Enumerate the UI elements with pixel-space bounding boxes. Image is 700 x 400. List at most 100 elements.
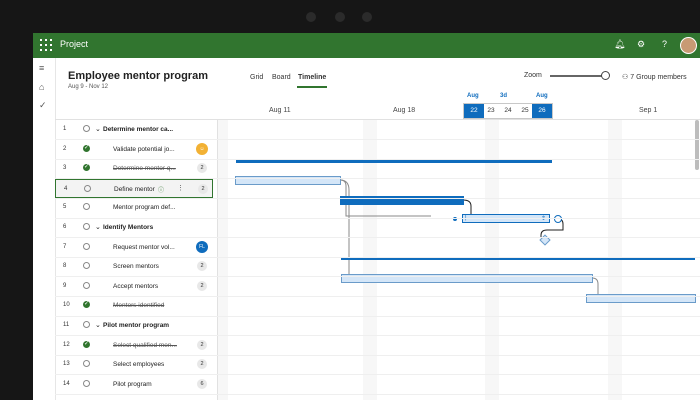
info-icon[interactable]: ⓘ [158, 185, 164, 194]
task-name[interactable]: Identify Mentors [103, 224, 153, 231]
complete-checkbox[interactable] [83, 125, 90, 132]
check-icon[interactable]: ✓ [39, 100, 47, 111]
day-selector: 22 23 24 25 26 [463, 103, 553, 119]
row-number: 10 [63, 302, 70, 309]
task-bar-4[interactable]: | ⇕ [462, 214, 550, 223]
camera-sensor [362, 12, 372, 22]
zoom-slider-handle[interactable] [601, 71, 610, 80]
row-number: 13 [63, 361, 70, 368]
task-name[interactable]: Mentor program def... [113, 204, 176, 211]
row-number: 6 [63, 224, 67, 230]
more-options-icon[interactable]: ⋮ [177, 184, 184, 192]
chevron-down-icon[interactable]: ⌄ [95, 125, 101, 133]
row-number: 4 [64, 185, 68, 192]
task-name[interactable]: Select employees [113, 361, 164, 368]
assignee-count-badge[interactable]: 2 [197, 339, 207, 350]
week-label-sep1: Sep 1 [639, 107, 658, 114]
table-row[interactable]: 13 Select employees 2 [55, 355, 217, 374]
row-divider [55, 393, 700, 395]
table-row[interactable]: 14 Pilot program 6 [55, 375, 217, 394]
summary-bar-1[interactable] [236, 160, 552, 163]
vertical-scrollbar[interactable] [695, 120, 699, 170]
group-members-button[interactable]: ⚇ 7 Group members [622, 73, 687, 81]
camera-lens [335, 12, 345, 22]
task-name[interactable]: Screen mentors [113, 263, 159, 270]
device-bezel-left [0, 33, 33, 400]
task-name[interactable]: Pilot program [113, 381, 152, 388]
hamburger-icon[interactable]: ≡ [39, 63, 44, 73]
week-label-aug18: Aug 18 [393, 107, 416, 114]
assignee-initials-avatar[interactable]: FL [196, 240, 208, 253]
table-row[interactable]: 2 ✓ Validate potential jo... ☺ [55, 140, 217, 159]
row-number: 11 [63, 322, 70, 328]
complete-checkbox[interactable] [83, 223, 90, 230]
zoom-label: Zoom [524, 72, 542, 79]
complete-checkbox[interactable] [83, 321, 90, 328]
task-name[interactable]: Determine mentor q... [113, 165, 176, 172]
task-name[interactable]: Define mentor [114, 186, 155, 193]
complete-checkbox[interactable] [83, 360, 90, 368]
complete-checkbox[interactable] [83, 203, 90, 211]
group-members-label: 7 Group members [630, 74, 687, 81]
assignee-avatar[interactable]: ☺ [196, 142, 208, 155]
check-icon: ✓ [84, 301, 90, 308]
table-row[interactable]: 5 Mentor program def... [55, 198, 217, 217]
table-row[interactable]: 10 ✓ Mentors identified [55, 296, 217, 315]
tab-grid[interactable]: Grid [250, 74, 263, 81]
tab-board[interactable]: Board [272, 74, 291, 81]
summary-row[interactable]: 1 ⌄ Determine mentor ca... [55, 120, 217, 139]
complete-checkbox[interactable] [83, 242, 90, 250]
chevron-down-icon[interactable]: ⌄ [95, 321, 101, 329]
zoom-slider[interactable] [550, 75, 606, 77]
table-row[interactable]: 9 Accept mentors 2 [55, 277, 217, 296]
table-row[interactable]: 7 Request mentor vol... FL [55, 238, 217, 257]
user-avatar[interactable] [680, 37, 697, 54]
complete-checkbox[interactable] [83, 281, 90, 289]
task-name[interactable]: Determine mentor ca... [103, 126, 173, 133]
complete-checkbox[interactable] [83, 262, 90, 270]
task-name[interactable]: Select qualified men... [113, 342, 177, 349]
bell-icon[interactable]: 🔔︎ [614, 39, 625, 50]
assignee-count-badge[interactable]: 2 [198, 183, 208, 194]
device-bezel-top [0, 0, 700, 33]
app-header: Project 🔔︎ ⚙ ? [33, 33, 700, 58]
gear-icon[interactable]: ⚙ [637, 39, 645, 50]
row-number: 5 [63, 204, 67, 211]
complete-checkbox[interactable] [84, 184, 91, 192]
home-icon[interactable]: ⌂ [39, 82, 44, 92]
table-row[interactable]: 8 Screen mentors 2 [55, 257, 217, 276]
table-row[interactable]: 12 ✓ Select qualified men... 2 [55, 336, 217, 355]
row-number: 14 [63, 380, 70, 387]
assignee-count-badge[interactable]: 2 [197, 163, 207, 174]
resize-arrows-icon[interactable]: ⇕ [541, 215, 546, 222]
assignee-count-badge[interactable]: 2 [197, 261, 207, 272]
check-icon: ✓ [84, 164, 90, 171]
assignee-count-badge[interactable]: 2 [197, 280, 207, 291]
tab-timeline[interactable]: Timeline [298, 74, 326, 81]
table-row[interactable]: 4 Define mentor ⓘ ⋮ 2 [55, 178, 213, 198]
task-name[interactable]: Validate potential jo... [113, 146, 175, 153]
gantt-chart: | ⇕ [218, 120, 700, 400]
complete-checkbox[interactable] [83, 379, 90, 387]
table-row[interactable]: 3 ✓ Determine mentor q... 2 [55, 159, 217, 178]
assignee-count-badge[interactable]: 2 [197, 359, 207, 370]
app-name: Project [60, 39, 89, 49]
task-name[interactable]: Mentors identified [113, 302, 164, 309]
task-name[interactable]: Request mentor vol... [113, 244, 175, 251]
plan-dates: Aug 9 - Nov 12 [68, 84, 109, 90]
day-26[interactable]: 26 [532, 104, 552, 118]
help-icon[interactable]: ? [662, 39, 667, 49]
panel-divider [217, 119, 218, 400]
chevron-down-icon[interactable]: ⌄ [95, 223, 101, 231]
row-number: 7 [63, 243, 67, 250]
row-number: 8 [63, 263, 67, 270]
dependency-handle-end[interactable] [554, 215, 562, 223]
task-name[interactable]: Accept mentors [113, 283, 158, 290]
week-label-aug11: Aug 11 [269, 107, 291, 114]
summary-row[interactable]: 11 ⌄ Pilot mentor program [55, 316, 217, 335]
summary-row[interactable]: 6 ⌄ Identify Mentors [55, 218, 217, 237]
task-name[interactable]: Pilot mentor program [103, 322, 169, 329]
assignee-count-badge[interactable]: 6 [197, 378, 207, 389]
check-icon: ✓ [84, 144, 90, 151]
app-launcher-icon[interactable] [40, 39, 52, 51]
